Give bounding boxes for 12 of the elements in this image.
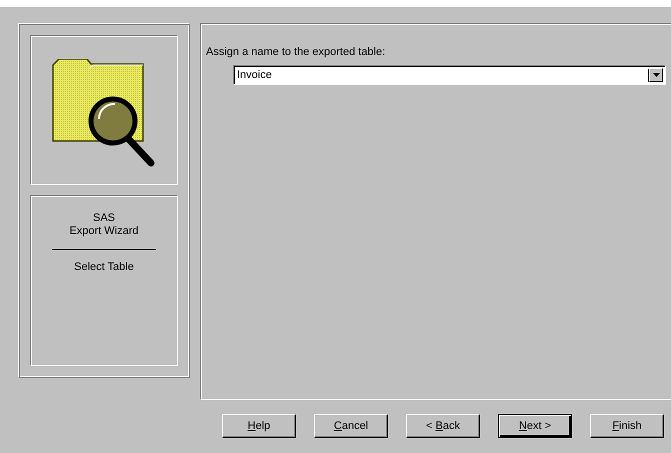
caret-icon	[652, 73, 660, 77]
table-name-combo[interactable]: Invoice	[233, 65, 666, 85]
wizard-button[interactable]: Finish	[590, 414, 664, 438]
wizard-button[interactable]: Help	[222, 414, 296, 438]
wizard-button[interactable]: < Back	[406, 414, 480, 438]
wizard-button[interactable]: Cancel	[314, 414, 388, 438]
dropdown-button[interactable]	[649, 68, 663, 82]
step-label: Select Table	[74, 261, 134, 274]
wizard-button[interactable]: Next >	[498, 414, 572, 438]
prompt-label: Assign a name to the exported table:	[206, 46, 386, 58]
wizard-title: SAS	[92, 212, 115, 225]
wizard-title: Export Wizard	[69, 225, 139, 238]
